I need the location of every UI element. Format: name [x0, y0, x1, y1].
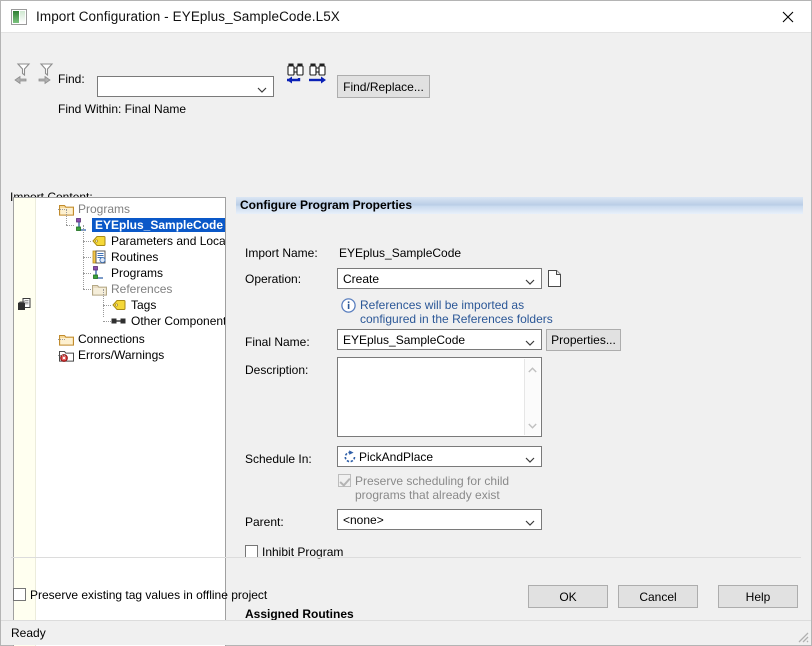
- description-label: Description:: [245, 363, 308, 377]
- info-icon: [341, 298, 356, 313]
- status-text: Ready: [11, 626, 46, 640]
- section-title: Configure Program Properties: [236, 197, 803, 214]
- tree-item-label: Programs: [78, 202, 130, 216]
- tree-item-references[interactable]: References: [36, 281, 225, 297]
- tree-item-label: Connections: [78, 332, 145, 346]
- tree-connector: [58, 209, 65, 210]
- tree-item-label: EYEplus_SampleCode: [92, 218, 226, 232]
- dialog-footer: Preserve existing tag values in offline …: [1, 575, 811, 619]
- chevron-down-icon: [525, 453, 535, 467]
- tree-item-routines[interactable]: Routines: [36, 249, 225, 265]
- import-configuration-window: Import Configuration - EYEplus_SampleCod…: [0, 0, 812, 646]
- preserve-scheduling-label: Preserve scheduling for child programs t…: [355, 474, 509, 502]
- title-bar: Import Configuration - EYEplus_SampleCod…: [1, 1, 811, 32]
- parent-label: Parent:: [245, 515, 284, 529]
- find-label: Find:: [58, 72, 85, 86]
- filter-next-icon[interactable]: [34, 60, 60, 86]
- program-icon: [91, 265, 107, 281]
- tree-connector: [66, 209, 67, 225]
- import-name-value: EYEplus_SampleCode: [339, 246, 461, 260]
- chevron-down-icon: [525, 275, 535, 289]
- checkbox-box: [338, 474, 351, 487]
- tree-item-programs-root[interactable]: Programs: [36, 201, 225, 217]
- tree-item-label: Routines: [111, 250, 158, 264]
- tree-item-label: Other Components: [131, 314, 226, 328]
- new-document-icon[interactable]: [548, 270, 562, 290]
- preserve-scheduling-checkbox: Preserve scheduling for child programs t…: [338, 474, 509, 502]
- scroll-up-icon[interactable]: [528, 362, 537, 376]
- tree-item-programs-child[interactable]: Programs: [36, 265, 225, 281]
- parent-dropdown[interactable]: <none>: [337, 509, 542, 530]
- window-title: Import Configuration - EYEplus_SampleCod…: [36, 9, 340, 24]
- final-name-dropdown[interactable]: EYEplus_SampleCode: [337, 329, 542, 350]
- tree-item-other-components[interactable]: Other Components: [36, 313, 225, 329]
- tree-connector: [66, 225, 74, 226]
- help-button[interactable]: Help: [718, 585, 798, 608]
- tree-item-label: References: [111, 282, 172, 296]
- tree-item-errors-warnings[interactable]: Errors/Warnings: [36, 347, 225, 363]
- tree-item-label: Errors/Warnings: [78, 348, 164, 362]
- tree-item-eyeplus-samplecode[interactable]: EYEplus_SampleCode: [36, 217, 225, 233]
- ok-button[interactable]: OK: [528, 585, 608, 608]
- parent-value: <none>: [343, 513, 384, 527]
- scroll-down-icon[interactable]: [528, 418, 537, 432]
- final-name-value: EYEplus_SampleCode: [343, 333, 465, 347]
- schedule-in-dropdown[interactable]: PickAndPlace: [337, 446, 542, 467]
- import-config-icon: [11, 9, 27, 25]
- schedule-in-value: PickAndPlace: [359, 450, 433, 464]
- periodic-task-icon: [343, 450, 357, 467]
- tag-icon: [111, 297, 127, 313]
- cancel-button[interactable]: Cancel: [618, 585, 698, 608]
- description-textarea[interactable]: [337, 357, 542, 437]
- dialog-body: Import Content:: [1, 86, 811, 645]
- copy-paste-icon[interactable]: [17, 298, 33, 312]
- chevron-down-icon: [525, 516, 535, 530]
- description-scrollbar[interactable]: [524, 359, 540, 435]
- tree-item-list: Programs EYEplus_SampleCode: [36, 201, 225, 363]
- folder-icon: [91, 281, 107, 297]
- program-icon: [74, 217, 90, 233]
- preserve-tags-label: Preserve existing tag values in offline …: [30, 588, 267, 602]
- tree-item-connections[interactable]: Connections: [36, 331, 225, 347]
- tag-icon: [91, 233, 107, 249]
- preserve-tags-checkbox[interactable]: Preserve existing tag values in offline …: [13, 588, 267, 602]
- checkbox-box[interactable]: [13, 588, 26, 601]
- tree-item-label: Parameters and Local Tags: [111, 234, 226, 248]
- tree-item-label: Programs: [111, 266, 163, 280]
- tree-item-tags[interactable]: Tags: [36, 297, 225, 313]
- find-toolbar: Find:: [1, 32, 811, 86]
- tree-item-parameters-and-local-tags[interactable]: Parameters and Local Tags: [36, 233, 225, 249]
- close-button[interactable]: [765, 1, 811, 32]
- references-info-text: References will be imported as configure…: [360, 298, 553, 326]
- operation-dropdown[interactable]: Create: [337, 268, 542, 289]
- properties-button[interactable]: Properties...: [546, 329, 621, 351]
- routines-icon: [91, 249, 107, 265]
- final-name-label: Final Name:: [245, 335, 310, 349]
- operation-label: Operation:: [245, 272, 301, 286]
- references-info: References will be imported as configure…: [341, 298, 553, 326]
- import-name-label: Import Name:: [245, 246, 318, 260]
- chevron-down-icon: [525, 336, 535, 350]
- find-next-binoculars-icon[interactable]: [306, 60, 332, 86]
- schedule-in-label: Schedule In:: [245, 452, 312, 466]
- resize-grip-icon[interactable]: [795, 629, 809, 643]
- tree-item-label: Tags: [131, 298, 156, 312]
- footer-divider: [11, 557, 801, 558]
- operation-value: Create: [343, 272, 379, 286]
- components-icon: [111, 313, 127, 329]
- close-icon: [782, 11, 794, 23]
- status-bar: Ready: [1, 620, 811, 645]
